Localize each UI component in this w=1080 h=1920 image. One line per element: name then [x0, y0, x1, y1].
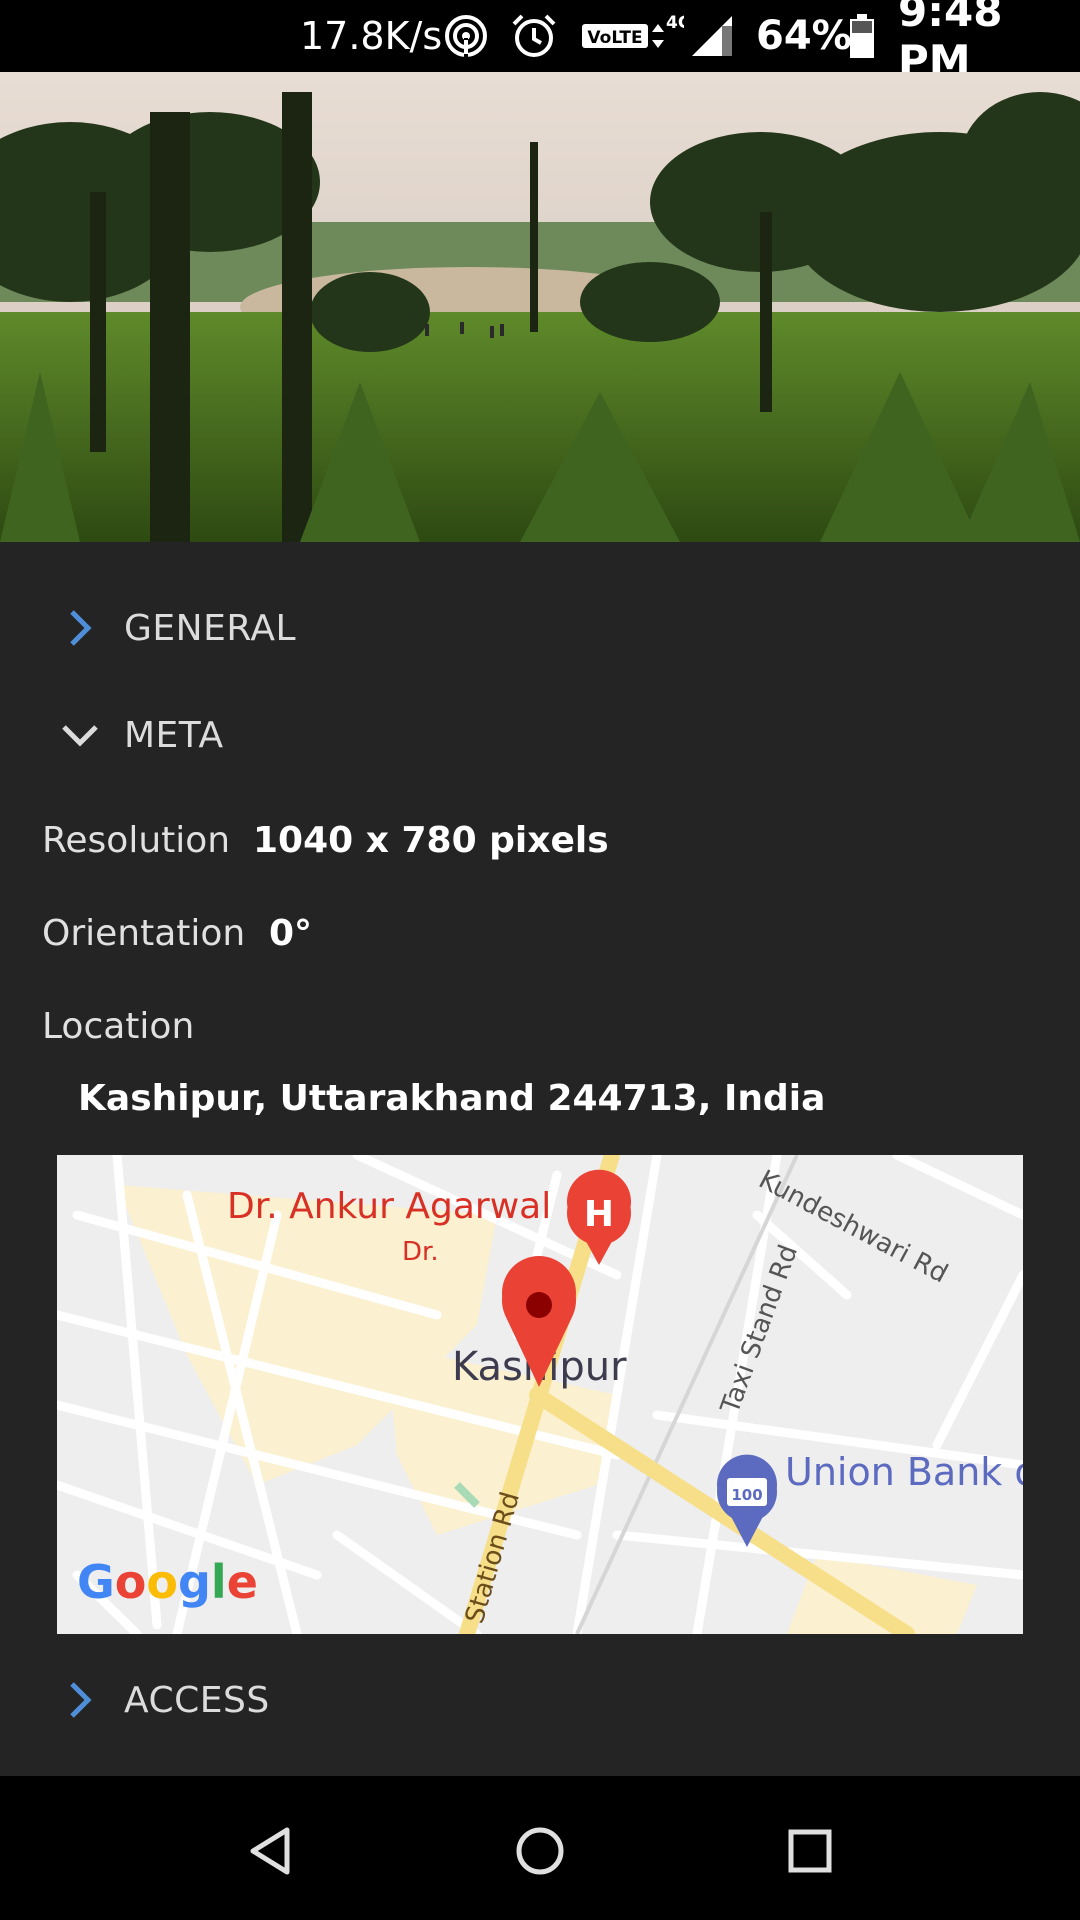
volte-badge-text: VoLTE [587, 28, 642, 48]
resolution-label: Resolution [42, 820, 231, 861]
home-icon[interactable] [505, 1816, 575, 1886]
svg-text:Google: Google [77, 1555, 258, 1609]
status-bar: 17.8K/s VoLTE 4G 64% 9:48 PM [0, 0, 1080, 85]
network-type-text: 4G [666, 13, 684, 33]
section-access[interactable]: ACCESS [0, 1650, 1080, 1750]
recents-icon[interactable] [775, 1816, 845, 1886]
resolution-value: 1040 x 780 pixels [253, 820, 609, 861]
location-label: Location [42, 1006, 195, 1047]
poi-hospital-label-2: Dr. [402, 1237, 439, 1267]
section-general-label: GENERAL [124, 607, 297, 649]
section-meta-label: META [124, 714, 224, 756]
photo-preview[interactable] [0, 72, 1080, 542]
chevron-down-icon [56, 711, 104, 759]
battery-percent: 64% [756, 13, 852, 59]
location-map[interactable]: Dr. Ankur Agarwal Dr. Kashipur Kundeshwa… [57, 1155, 1023, 1634]
location-address: Kashipur, Uttarakhand 244713, India [78, 1078, 826, 1119]
clock: 9:48 PM [898, 0, 1003, 85]
alarm-icon [510, 0, 558, 72]
section-access-label: ACCESS [124, 1679, 270, 1721]
navigation-bar [0, 1776, 1080, 1920]
section-meta[interactable]: META [0, 685, 1080, 785]
signal-icon [688, 0, 736, 72]
poi-bank-label: Union Bank o [785, 1450, 1023, 1494]
bank-marker-glyph: 100 [731, 1486, 762, 1504]
hotspot-icon [442, 0, 490, 72]
back-icon[interactable] [235, 1816, 305, 1886]
poi-hospital-label: Dr. Ankur Agarwal [227, 1186, 551, 1227]
chevron-right-icon [56, 604, 104, 652]
orientation-value: 0° [269, 913, 313, 954]
orientation-label: Orientation [42, 913, 246, 954]
battery-icon [848, 0, 876, 72]
chevron-right-icon [56, 1676, 104, 1724]
volte-icon: VoLTE 4G [580, 0, 684, 72]
google-logo-icon: Google [77, 1555, 258, 1609]
network-speed: 17.8K/s [300, 14, 443, 58]
hospital-marker-glyph: H [584, 1194, 614, 1235]
section-general[interactable]: GENERAL [0, 578, 1080, 678]
